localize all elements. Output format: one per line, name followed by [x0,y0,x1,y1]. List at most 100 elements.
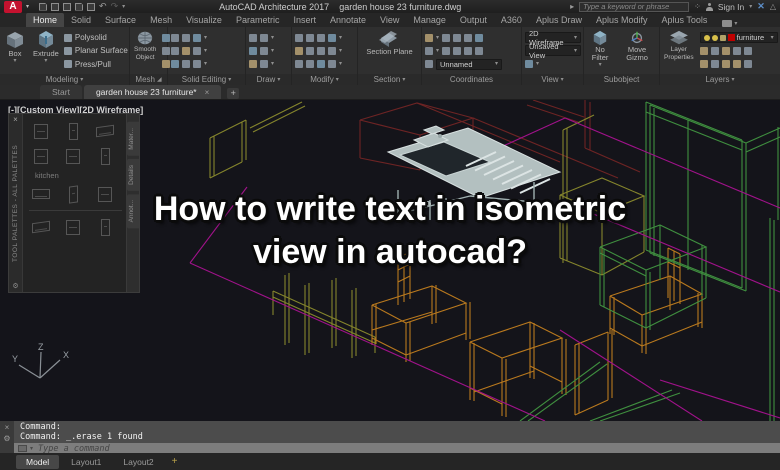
ribbon-tab-aplus-draw[interactable]: Aplus Draw [529,13,589,27]
ribbon-tab-home[interactable]: Home [26,13,65,27]
tool-caret-icon[interactable]: ▾ [204,61,207,67]
palette-item[interactable] [93,120,117,142]
palette-properties-icon[interactable]: ⚙ [12,282,18,290]
sign-in-link[interactable]: Sign In [718,2,744,12]
union-icon[interactable] [171,33,179,42]
palette-tab-details[interactable]: Details [127,158,139,191]
named-view-dropdown[interactable]: Unsaved View ▾ [525,42,581,60]
palette-tab-annotation[interactable]: Annot... [127,193,139,228]
ucs-y-icon[interactable] [475,46,484,55]
file-tab-document[interactable]: garden house 23 furniture* × [83,85,222,99]
palette-item[interactable] [29,216,53,238]
shell-icon[interactable] [193,60,201,69]
tool-palette[interactable]: × TOOL PALETTES - ALL PALETTES ⚙ kitchen [8,113,140,293]
hatch-icon[interactable] [260,60,268,69]
layer-thaw-icon[interactable] [710,60,719,69]
tool-caret-icon[interactable]: ▾ [436,48,439,54]
layer-on-tool-icon[interactable] [699,60,708,69]
stretch-icon[interactable] [295,60,303,69]
layer-unlock-icon[interactable] [721,60,730,69]
tool-caret-icon[interactable]: ▾ [204,35,207,41]
array-icon[interactable] [328,46,336,55]
layer-off-icon[interactable] [699,46,708,55]
file-tab-start[interactable]: Start [40,85,82,99]
copy-icon[interactable] [328,33,336,42]
save-as-icon[interactable] [75,2,84,11]
palette-item[interactable] [29,120,53,142]
ribbon-tab-output[interactable]: Output [453,13,494,27]
extrude-caret-icon[interactable]: ▾ [44,58,47,64]
ucs-origin-icon[interactable] [425,46,433,55]
ucs-icon[interactable] [425,33,433,42]
ucs-view-icon[interactable] [475,33,484,42]
command-close-icon[interactable]: × [5,423,10,432]
new-layout-icon[interactable]: + [172,456,178,467]
palette-item[interactable] [61,183,85,205]
ucs-x-icon[interactable] [464,46,473,55]
tab-layout1[interactable]: Layout1 [61,455,111,469]
panel-label-subobject[interactable]: Subobject [584,74,659,85]
ucs-face-icon[interactable] [464,33,473,42]
palette-item[interactable] [93,145,117,167]
tool-caret-icon[interactable]: ▾ [536,61,539,67]
layer-prev-icon[interactable] [732,60,741,69]
palette-item[interactable] [61,216,85,238]
ribbon-tab-manage[interactable]: Manage [406,13,453,27]
palette-item[interactable] [29,145,53,167]
ucs-z-axis-icon[interactable] [442,46,451,55]
ribbon-tab-solid[interactable]: Solid [64,13,98,27]
ribbon-tab-aplus-modify[interactable]: Aplus Modify [589,13,655,27]
ribbon-tab-visualize[interactable]: Visualize [179,13,229,27]
mirror-icon[interactable] [306,46,314,55]
panel-label-modify[interactable]: Modify ▾ [292,74,357,85]
qat-caret-icon[interactable]: ▾ [122,4,125,10]
intersect-icon[interactable] [193,33,201,42]
new-drawing-tab-icon[interactable]: + [227,88,240,99]
ribbon-tab-aplus-tools[interactable]: Aplus Tools [655,13,715,27]
ribbon-tab-annotate[interactable]: Annotate [323,13,373,27]
model-viewport[interactable]: [-][Custom View][2D Wireframe] × TOOL PA… [0,100,780,421]
no-filter-button[interactable]: No Filter ▾ [586,29,614,73]
exchange-x-icon[interactable]: ✕ [757,1,765,12]
help-search-input[interactable] [579,1,690,12]
undo-icon[interactable]: ↶ [99,2,107,11]
subtract-icon[interactable] [182,33,190,42]
circle-icon[interactable] [249,46,257,55]
ucs-named-dropdown[interactable]: Unnamed ▾ [436,58,502,70]
tool-caret-icon[interactable]: ▾ [271,61,274,67]
ucs-axis-icon[interactable]: Y Z X [2,340,82,385]
palette-close-icon[interactable]: × [13,116,18,124]
offset-icon[interactable] [317,60,325,69]
layer-dropdown[interactable]: furniture ▾ [699,32,778,44]
ribbon-options-icon[interactable]: ▾ [722,20,737,27]
box-tool-button[interactable]: Box ▾ [2,29,28,73]
panel-label-solid-editing[interactable]: Solid Editing ▾ [168,74,245,85]
thicken-icon[interactable] [182,46,190,55]
viewport-config-icon[interactable] [525,60,533,69]
explode-icon[interactable] [328,60,336,69]
tool-caret-icon[interactable]: ▾ [436,35,439,41]
ribbon-tab-view[interactable]: View [373,13,406,27]
polyline-icon[interactable] [260,33,268,42]
ucs-world-icon[interactable] [442,33,451,42]
search-arrow-icon[interactable]: ▸ [570,2,574,11]
tool-caret-icon[interactable]: ▾ [339,61,342,67]
extrude-tool-button[interactable]: Extrude ▾ [31,29,61,73]
panel-label-view[interactable]: View ▾ [522,74,583,85]
no-filter-caret-icon[interactable]: ▾ [599,62,602,68]
layer-color-swatch[interactable] [727,34,735,42]
polysolid-button[interactable]: Polysolid [63,32,128,44]
slice-icon[interactable] [171,46,179,55]
layer-freeze-tool-icon[interactable] [721,46,730,55]
panel-label-draw[interactable]: Draw ▾ [246,74,291,85]
ribbon-tab-a360[interactable]: A360 [494,13,529,27]
palette-item[interactable] [93,216,117,238]
autocad-logo-icon[interactable]: A [4,0,22,13]
layer-isolate-icon[interactable] [710,46,719,55]
trim-icon[interactable] [317,33,325,42]
panel-label-layers[interactable]: Layers ▾ [660,74,780,85]
layer-freeze-icon[interactable] [711,34,718,41]
planar-surface-button[interactable]: Planar Surface [63,45,128,57]
palette-item[interactable] [61,145,85,167]
smooth-object-button[interactable]: Smooth Object [132,29,158,73]
